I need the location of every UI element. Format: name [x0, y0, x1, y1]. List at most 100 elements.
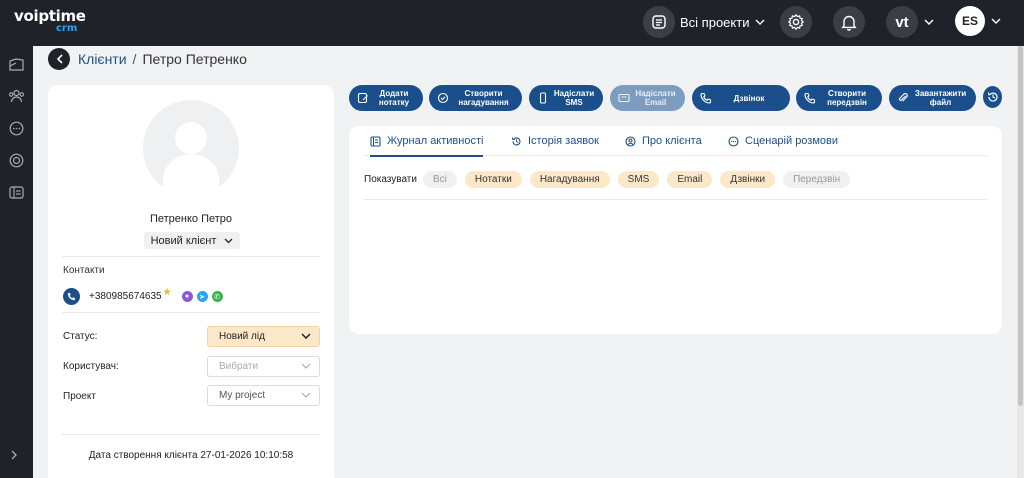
tab-call-script[interactable]: Сценарій розмови: [728, 126, 838, 156]
filter-chip-email[interactable]: Email: [667, 170, 713, 188]
chevron-down-icon: [924, 16, 934, 28]
telegram-icon[interactable]: ➤: [196, 291, 208, 302]
filter-chip-all[interactable]: Всі: [422, 170, 457, 188]
history-icon: [512, 136, 521, 145]
client-stage-value: Новий клієнт: [150, 234, 217, 247]
send-email-button[interactable]: Надіслати Email: [610, 85, 685, 111]
expand-sidebar-icon[interactable]: [11, 449, 18, 463]
client-name: Петренко Петро: [149, 213, 233, 225]
history-icon: [987, 92, 998, 102]
tab-activity-log[interactable]: Журнал активності: [370, 126, 484, 157]
logo-text: voiptime: [14, 7, 86, 25]
activity-filters: Показувати Всі Нотатки Нагадування SMS E…: [364, 170, 858, 188]
note-icon: [357, 92, 368, 104]
chevron-down-icon: [224, 238, 233, 243]
logo-subtext: crm: [56, 23, 78, 34]
send-email-label: Надіслати Email: [635, 89, 676, 107]
user-silhouette-icon: [163, 122, 219, 196]
call-label: Дзвінок: [733, 93, 765, 103]
projects-icon: [643, 6, 675, 38]
client-avatar: [143, 100, 239, 196]
create-reminder-button[interactable]: Створити нагадування: [429, 85, 522, 111]
viber-icon[interactable]: ●: [181, 291, 193, 302]
create-callback-button[interactable]: Створити передзвін: [796, 85, 882, 111]
check-circle-icon: [437, 92, 449, 104]
filter-chip-sms[interactable]: SMS: [617, 170, 660, 188]
paperclip-icon: [898, 93, 908, 102]
project-label: Проект: [63, 391, 96, 402]
email-icon: [618, 93, 630, 103]
projects-selector[interactable]: Всі проекти: [643, 6, 765, 38]
filter-chip-callback[interactable]: Передзвін: [783, 170, 851, 188]
filter-chip-reminders[interactable]: Нагадування: [529, 170, 610, 188]
support-icon[interactable]: [8, 152, 25, 169]
project-value: My project: [219, 390, 266, 401]
callback-phone-icon: [804, 92, 816, 104]
primary-star-icon: ★: [162, 287, 172, 298]
divider: [62, 312, 319, 313]
filter-chip-calls[interactable]: Дзвінки: [720, 170, 776, 188]
client-stage-select[interactable]: Новий клієнт: [144, 232, 240, 249]
upload-file-button[interactable]: Завантажити файл: [889, 85, 976, 111]
phone-icon: [700, 92, 712, 104]
create-reminder-label: Створити нагадування: [458, 89, 509, 107]
clients-icon[interactable]: [8, 88, 25, 105]
client-profile-card: Петренко Петро Новий клієнт Контакти +38…: [48, 85, 334, 478]
project-select[interactable]: My project: [207, 385, 320, 406]
chevron-down-icon: [301, 331, 311, 342]
back-button[interactable]: [48, 48, 70, 70]
bell-icon: [841, 15, 857, 31]
tab-request-history-label: Історія заявок: [528, 135, 599, 147]
add-note-button[interactable]: Додати нотатку: [349, 85, 423, 111]
chevron-down-icon: [301, 361, 311, 372]
call-button[interactable]: Дзвінок: [692, 85, 790, 111]
user-select[interactable]: Вибрати: [207, 356, 320, 377]
divider: [62, 434, 319, 435]
send-sms-label: Надіслати SMS: [553, 89, 595, 107]
user-select-placeholder: Вибрати: [219, 361, 259, 372]
chat-icon[interactable]: [8, 120, 25, 137]
call-phone-button[interactable]: [63, 288, 80, 305]
reports-icon[interactable]: [8, 184, 25, 201]
dashboard-icon[interactable]: [8, 56, 25, 73]
client-tabs: Журнал активності Історія заявок Про клі…: [364, 126, 987, 157]
chevron-left-icon: [56, 54, 63, 64]
side-nav: [0, 46, 33, 478]
company-logo: vt: [886, 6, 918, 38]
settings-button[interactable]: [780, 6, 812, 38]
client-created-date: Дата створення клієнта 27-01-2026 10:10:…: [88, 450, 294, 461]
scrollbar-thumb[interactable]: [1018, 46, 1023, 406]
status-label: Статус:: [63, 331, 98, 342]
upload-file-label: Завантажити файл: [914, 89, 967, 107]
whatsapp-icon[interactable]: ✆: [211, 291, 223, 302]
filter-chip-notes[interactable]: Нотатки: [464, 170, 522, 188]
tab-about-client[interactable]: Про клієнта: [625, 126, 702, 156]
phone-number[interactable]: +380985674635: [89, 291, 162, 302]
status-select[interactable]: Новий лід: [207, 326, 320, 347]
activity-card: Журнал активності Історія заявок Про клі…: [349, 126, 1002, 334]
page-scrollbar[interactable]: [1017, 46, 1024, 478]
user-label: Користувач:: [63, 361, 119, 372]
breadcrumb: Клієнти / Петро Петренко: [48, 48, 247, 70]
divider: [62, 256, 319, 257]
status-value: Новий лід: [219, 331, 265, 342]
tab-request-history[interactable]: Історія заявок: [511, 126, 599, 156]
company-switcher[interactable]: vt: [886, 6, 934, 38]
user-avatar: ES: [955, 6, 985, 36]
phone-icon: [67, 293, 75, 301]
send-sms-button[interactable]: Надіслати SMS: [529, 85, 603, 111]
divider: [364, 199, 987, 200]
breadcrumb-current: Петро Петренко: [142, 51, 247, 67]
user-menu[interactable]: ES: [955, 6, 1001, 36]
history-button[interactable]: [983, 86, 1002, 108]
contacts-title: Контакти: [63, 265, 105, 276]
mobile-phone-icon: [539, 92, 547, 104]
gear-icon: [787, 13, 805, 31]
tab-call-script-label: Сценарій розмови: [745, 135, 839, 147]
chevron-down-icon: [755, 16, 765, 28]
phone-row: +380985674635 ★ ● ➤ ✆: [63, 287, 223, 305]
tab-about-client-label: Про клієнта: [642, 135, 702, 147]
notifications-button[interactable]: [833, 6, 865, 38]
app-logo[interactable]: voiptime crm: [14, 9, 86, 34]
breadcrumb-clients-link[interactable]: Клієнти: [78, 51, 127, 67]
